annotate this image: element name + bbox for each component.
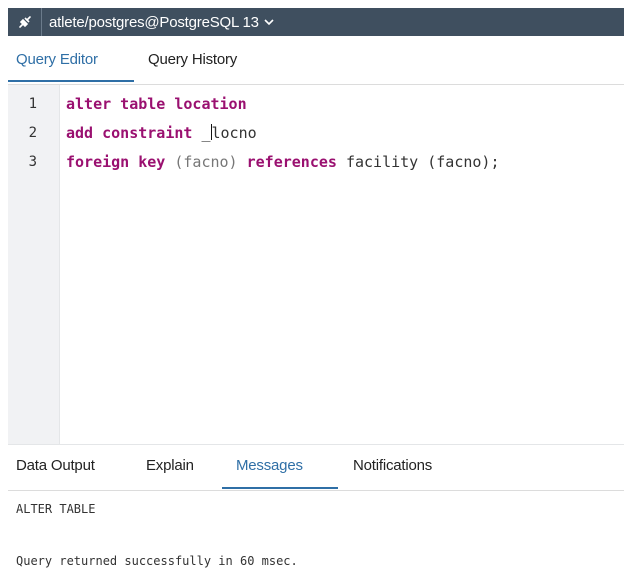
connection-plug-icon[interactable] — [8, 8, 42, 36]
connection-label[interactable]: atlete/postgres@PostgreSQL 13 — [49, 14, 259, 31]
sql-keyword: references — [246, 153, 346, 171]
code-line[interactable]: alter table location — [66, 95, 247, 113]
line-number: 3 — [28, 154, 37, 170]
tab-query-editor[interactable]: Query Editor — [16, 51, 98, 68]
sql-editor[interactable]: 1 2 3 alter table location add constrain… — [8, 85, 624, 444]
message-result: Query returned successfully in 60 msec. — [16, 554, 298, 568]
connection-bar[interactable]: atlete/postgres@PostgreSQL 13 — [8, 8, 624, 36]
code-line[interactable]: add constraint _locno — [66, 124, 257, 142]
code-line[interactable]: foreign key (facno) references facility … — [66, 153, 500, 171]
line-number-gutter: 1 2 3 — [8, 85, 60, 444]
active-tab-indicator — [222, 487, 338, 489]
line-number: 1 — [28, 96, 37, 112]
sql-token: facility (facno); — [345, 153, 500, 171]
output-tab-bar: Data Output Explain Messages Notificatio… — [8, 445, 624, 491]
tab-notifications[interactable]: Notifications — [353, 457, 432, 474]
sql-keyword: alter table location — [66, 95, 247, 113]
tab-query-history[interactable]: Query History — [148, 51, 237, 68]
line-number: 2 — [28, 125, 37, 141]
chevron-down-icon[interactable] — [264, 18, 274, 26]
messages-panel: ALTER TABLE Query returned successfully … — [8, 491, 624, 573]
message-status: ALTER TABLE — [16, 502, 96, 516]
sql-token: _ — [201, 124, 211, 142]
sql-keyword: foreign key — [66, 153, 175, 171]
tab-data-output[interactable]: Data Output — [16, 457, 95, 474]
sql-keyword: add constraint — [66, 124, 202, 142]
sql-token: locno — [211, 124, 257, 142]
tab-explain[interactable]: Explain — [146, 457, 194, 474]
editor-tab-bar: Query Editor Query History — [8, 36, 624, 85]
sql-token: (facno) — [174, 153, 247, 171]
active-tab-indicator — [8, 80, 134, 82]
tab-messages[interactable]: Messages — [236, 457, 303, 474]
